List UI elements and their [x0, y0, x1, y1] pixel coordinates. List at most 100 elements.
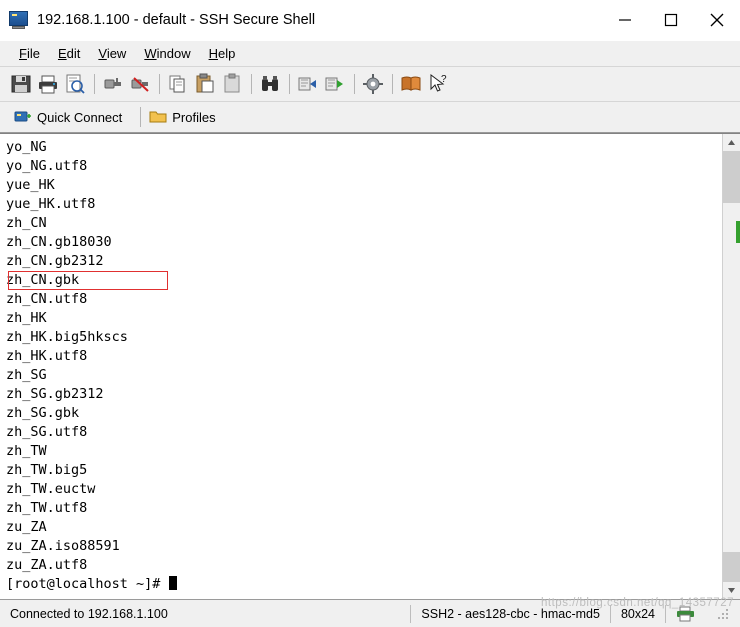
quick-connect-icon [14, 111, 31, 122]
terminal-line-text: zu_ZA.utf8 [6, 557, 88, 573]
terminal-line-text: yo_NG.utf8 [6, 158, 88, 174]
close-button[interactable] [694, 0, 740, 40]
ssh-secure-shell-window: 192.168.1.100 - default - SSH Secure She… [0, 0, 740, 627]
window-title: 192.168.1.100 - default - SSH Secure She… [37, 12, 316, 28]
quick-connect-button[interactable]: Quick Connect [10, 106, 130, 128]
toolbar-separator [289, 74, 290, 94]
scrollbar-thumb-bottom[interactable] [723, 552, 740, 582]
quick-connect-bar: Quick Connect Profiles [0, 102, 740, 133]
terminal-output[interactable]: yo_NG yo_NG.utf8 yue_HK yue_HK.utf8 zh_CN zh_… [0, 134, 722, 599]
menu-item-edit[interactable]: Edit [49, 44, 89, 63]
connect-button[interactable] [100, 71, 126, 97]
terminal-line: zh_CN [6, 214, 722, 233]
menu-item-view[interactable]: View [89, 44, 135, 63]
connectbar-separator [140, 107, 142, 127]
svg-text:?: ? [441, 74, 447, 85]
print-preview-icon [66, 74, 85, 94]
save-button[interactable] [8, 71, 34, 97]
terminal-line: zu_ZA [6, 518, 722, 537]
context-help-button[interactable]: ? [425, 71, 451, 97]
plug-connect-icon [104, 78, 121, 89]
terminal-line-text: zh_TW [6, 443, 47, 459]
paste-plain-button[interactable] [219, 71, 245, 97]
menu-window-mnemonic: W [144, 46, 157, 61]
terminal-line-text: zh_CN.gb18030 [6, 234, 112, 250]
terminal-line: zh_CN.utf8 [6, 290, 722, 309]
menu-item-window[interactable]: Window [135, 44, 199, 63]
toolbar-separator [251, 74, 252, 94]
paste-button[interactable] [192, 71, 218, 97]
copy-button[interactable] [165, 71, 191, 97]
menu-edit-rest: dit [66, 46, 81, 61]
terminal-line: zh_CN.gb18030 [6, 233, 722, 252]
help-book-button[interactable] [398, 71, 424, 97]
scroll-up-arrow[interactable] [723, 134, 740, 151]
menu-file-mnemonic: F [19, 46, 27, 61]
terminal-cursor [168, 576, 177, 590]
terminal-line-text: zh_HK.big5hkscs [6, 329, 128, 345]
new-file-transfer-button[interactable] [322, 71, 348, 97]
terminal-line: zu_ZA.utf8 [6, 556, 722, 575]
quick-connect-label: Quick Connect [37, 109, 123, 125]
settings-button[interactable] [360, 71, 386, 97]
menu-help-mnemonic: H [208, 46, 218, 61]
terminal-line: zh_TW.utf8 [6, 499, 722, 518]
terminal-line: zh_CN.gbk [6, 271, 722, 290]
binoculars-icon [262, 76, 278, 91]
terminal-line: yue_HK.utf8 [6, 195, 722, 214]
status-bar: Connected to 192.168.1.100 SSH2 - aes128… [0, 597, 740, 627]
scrollbar-track[interactable] [723, 151, 740, 582]
minimize-button[interactable] [602, 0, 648, 40]
toolbar: ? [0, 67, 740, 102]
menu-item-help[interactable]: Help [200, 44, 245, 63]
terminal-line: zh_HK [6, 309, 722, 328]
maximize-button[interactable] [648, 0, 694, 40]
print-button[interactable] [35, 71, 61, 97]
title-bar: 192.168.1.100 - default - SSH Secure She… [0, 0, 740, 41]
clipboard-icon [224, 73, 240, 93]
book-icon [401, 76, 421, 91]
toolbar-separator [392, 74, 393, 94]
menu-help-rest: elp [217, 46, 236, 61]
terminal-line-text: zh_HK [6, 310, 47, 326]
paste-icon [196, 73, 214, 93]
terminal-line-text: zu_ZA.iso88591 [6, 538, 120, 554]
terminal-line: zh_SG.utf8 [6, 423, 722, 442]
terminal-line-text: zu_ZA [6, 519, 47, 535]
terminal-line: zh_HK.utf8 [6, 347, 722, 366]
terminal-line-text: zh_TW.euctw [6, 481, 96, 497]
copy-icon [169, 75, 185, 93]
terminal-line-text: zh_SG [6, 367, 47, 383]
terminal-line-text: zh_CN.utf8 [6, 291, 88, 307]
terminal-line: yue_HK [6, 176, 722, 195]
new-file-transfer-icon [325, 77, 343, 91]
terminal-line: zh_SG [6, 366, 722, 385]
terminal-line-text: yue_HK.utf8 [6, 196, 96, 212]
terminal-prompt-line: [root@localhost ~]# [6, 575, 722, 594]
terminal-line-text: zh_HK.utf8 [6, 348, 88, 364]
terminal-line-text: zh_TW.big5 [6, 462, 88, 478]
profiles-button[interactable]: Profiles [145, 106, 223, 128]
terminal-line-text: zh_CN.gbk [6, 272, 80, 288]
find-button[interactable] [257, 71, 283, 97]
menu-file-rest: ile [26, 46, 40, 61]
toolbar-separator [354, 74, 355, 94]
print-preview-button[interactable] [62, 71, 88, 97]
scrollbar-thumb-top[interactable] [723, 151, 740, 203]
menu-item-file[interactable]: File [10, 44, 49, 63]
terminal-line: zh_TW [6, 442, 722, 461]
terminal-line-text: zh_SG.gb2312 [6, 386, 104, 402]
terminal-line-text: zh_CN [6, 215, 47, 231]
terminal-line: zh_SG.gbk [6, 404, 722, 423]
watermark-text: https://blog.csdn.net/qq_14357727 [541, 597, 734, 609]
file-transfer-button[interactable] [295, 71, 321, 97]
terminal-line-text: zh_TW.utf8 [6, 500, 88, 516]
terminal-line-text: yo_NG [6, 139, 47, 155]
terminal-scrollbar[interactable] [722, 134, 740, 599]
menu-window-rest: indow [156, 46, 191, 61]
terminal-area: yo_NG yo_NG.utf8 yue_HK yue_HK.utf8 zh_CN zh_… [0, 133, 740, 599]
window-controls [602, 0, 740, 40]
disconnect-button[interactable] [127, 71, 153, 97]
terminal-line: zh_TW.big5 [6, 461, 722, 480]
terminal-prompt: [root@localhost ~]# [6, 576, 169, 592]
